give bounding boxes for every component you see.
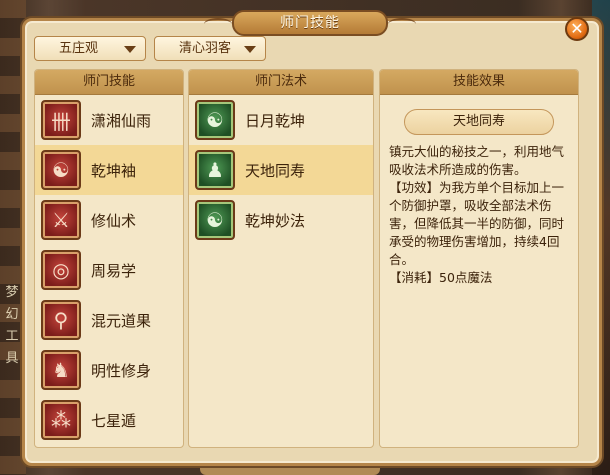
skills-item-label: 七星遁 — [91, 411, 137, 430]
skills-item-label: 乾坤袖 — [91, 161, 137, 180]
sect-skills-header: 师门技能 — [35, 70, 183, 95]
spells-item[interactable]: ☯ 乾坤妙法 — [189, 195, 373, 245]
lion-icon: ♞ — [41, 350, 81, 390]
spells-item[interactable]: ♟ 天地同寿 — [189, 145, 373, 195]
sect-skills-panel: 师门技能 卌潇湘仙雨 ☯ 乾坤袖 ⚔ 修仙术 ◎ 周易学 ⚲ 混元道果 ♞ 明性修身 ⁂ 七星遁 — [34, 69, 184, 448]
skills-item-label: 周易学 — [91, 261, 137, 280]
chevron-down-icon — [244, 46, 256, 53]
chevron-down-icon — [124, 46, 136, 53]
scroll-icon: 卌 — [41, 100, 81, 140]
sect-dropdown[interactable]: 五庄观 — [34, 36, 146, 61]
spells-item-label: 日月乾坤 — [245, 111, 306, 130]
deity-icon: ♟ — [195, 150, 235, 190]
sect-spells-panel: 师门法术 ☯ 日月乾坤 ♟ 天地同寿 ☯ 乾坤妙法 — [188, 69, 374, 448]
coin-icon: ◎ — [41, 250, 81, 290]
effect-title: 天地同寿 — [404, 109, 554, 135]
spells-item[interactable]: ☯ 日月乾坤 — [189, 95, 373, 145]
sect-spells-list: ☯ 日月乾坤 ♟ 天地同寿 ☯ 乾坤妙法 — [189, 95, 373, 245]
background-side-text: 梦幻工具 — [5, 285, 19, 366]
skills-item-label: 明性修身 — [91, 361, 152, 380]
orb-icon: ⚲ — [41, 300, 81, 340]
skills-item-label: 修仙术 — [91, 211, 137, 230]
skills-item[interactable]: ⚔ 修仙术 — [35, 195, 183, 245]
skills-item[interactable]: ◎ 周易学 — [35, 245, 183, 295]
sect-dropdown-value: 五庄观 — [59, 41, 99, 56]
yin-yang-icon: ☯ — [195, 100, 235, 140]
sect-spells-header: 师门法术 — [189, 70, 373, 95]
yin-yang-icon: ☯ — [41, 150, 81, 190]
window-title: 师门技能 — [204, 10, 416, 36]
spells-item-label: 乾坤妙法 — [245, 211, 306, 230]
close-button[interactable]: ✕ — [565, 17, 589, 41]
character-dropdown-value: 清心羽客 — [179, 41, 232, 56]
effect-description: 镇元大仙的秘技之一，利用地气吸收法术所造成的伤害。 【功效】为我方单个目标加上一… — [389, 144, 565, 285]
skills-item[interactable]: ⚲ 混元道果 — [35, 295, 183, 345]
skills-item-label: 混元道果 — [91, 311, 152, 330]
skills-item[interactable]: ♞ 明性修身 — [35, 345, 183, 395]
sword-icon: ⚔ — [41, 200, 81, 240]
skills-item-label: 潇湘仙雨 — [91, 111, 152, 130]
skill-effect-panel: 技能效果 天地同寿 镇元大仙的秘技之一，利用地气吸收法术所造成的伤害。 【功效】… — [379, 69, 579, 448]
sect-skills-list: 卌潇湘仙雨 ☯ 乾坤袖 ⚔ 修仙术 ◎ 周易学 ⚲ 混元道果 ♞ 明性修身 ⁂ 七星遁 — [35, 95, 183, 445]
yin-yang-icon: ☯ — [195, 200, 235, 240]
skills-item[interactable]: ☯ 乾坤袖 — [35, 145, 183, 195]
skill-effect-header: 技能效果 — [380, 70, 578, 95]
stars-icon: ⁂ — [41, 400, 81, 440]
spells-item-label: 天地同寿 — [245, 161, 306, 180]
character-dropdown[interactable]: 清心羽客 — [154, 36, 266, 61]
skills-item[interactable]: 卌潇湘仙雨 — [35, 95, 183, 145]
close-icon: ✕ — [570, 19, 584, 38]
skills-item[interactable]: ⁂ 七星遁 — [35, 395, 183, 445]
